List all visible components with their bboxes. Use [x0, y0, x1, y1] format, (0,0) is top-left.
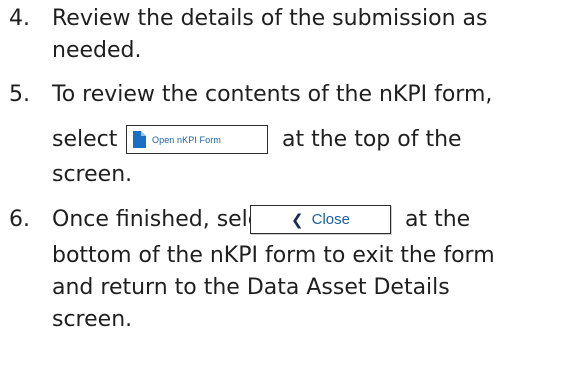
- step-text-line: Once finished, select: [52, 207, 283, 232]
- step-number: 5.: [9, 82, 30, 107]
- step-text-line: Review the details of the submission as: [52, 6, 488, 31]
- step-text-line: at the: [405, 207, 471, 232]
- step-text-line: and return to the Data Asset Details: [52, 275, 450, 300]
- step-text-line: screen.: [52, 307, 133, 332]
- close-label: Close: [311, 210, 350, 228]
- step-text-row: select Open nKPI Form at the top of the: [0, 123, 587, 157]
- open-nkpi-form-button[interactable]: Open nKPI Form: [126, 125, 268, 154]
- step-text-row: 6. Once finished, select ❮ Close at the: [0, 203, 587, 237]
- step-text-line: at the top of the: [282, 127, 462, 152]
- step-text-line: bottom of the nKPI form to exit the form: [52, 243, 495, 268]
- chevron-left-icon: ❮: [291, 210, 304, 229]
- document-icon: [133, 131, 146, 148]
- open-nkpi-form-label: Open nKPI Form: [152, 134, 221, 145]
- step-number: 6.: [9, 207, 30, 232]
- step-text-line: To review the contents of the nKPI form,: [52, 82, 493, 107]
- close-button[interactable]: ❮ Close: [250, 205, 391, 234]
- step-text-line: needed.: [52, 38, 142, 63]
- step-number: 4.: [9, 6, 30, 31]
- step-text-line: select: [52, 127, 118, 152]
- step-text-line: screen.: [52, 162, 133, 187]
